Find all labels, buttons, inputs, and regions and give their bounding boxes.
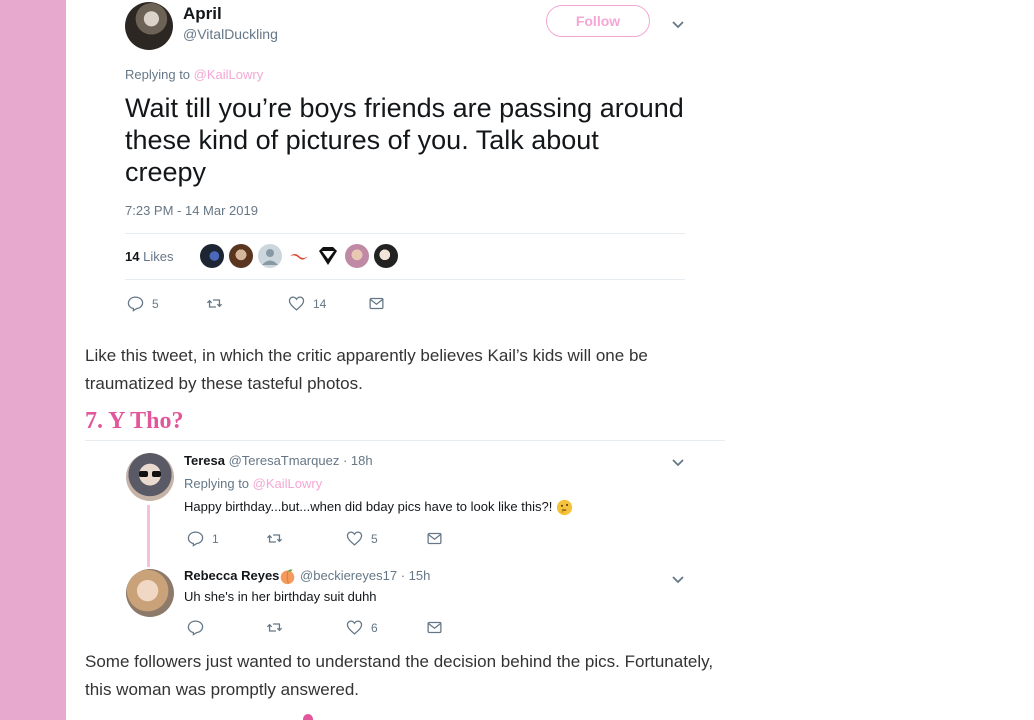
- april-avatar[interactable]: [125, 2, 173, 50]
- teresa-avatar[interactable]: [126, 453, 174, 501]
- retweet-action[interactable]: [206, 295, 231, 312]
- likes-count[interactable]: 14 Likes: [125, 249, 173, 264]
- message-action[interactable]: [426, 619, 443, 636]
- liker-avatar[interactable]: [229, 244, 253, 268]
- mention-link[interactable]: @KailLowry: [253, 476, 323, 491]
- like-action[interactable]: 5: [346, 530, 378, 547]
- divider: [125, 279, 685, 280]
- liker-avatar[interactable]: [316, 244, 340, 268]
- tweet-author-name[interactable]: April: [183, 4, 222, 24]
- reply-text: Happy birthday...but...when did bday pic…: [184, 499, 573, 516]
- divider: [125, 233, 685, 234]
- reply-author[interactable]: Teresa @TeresaTmarquez · 18h: [184, 453, 373, 468]
- left-pink-sidebar: [0, 0, 66, 720]
- like-action[interactable]: 6: [346, 619, 378, 636]
- reply-author[interactable]: Rebecca Reyes @beckiereyes17 · 15h: [184, 568, 430, 585]
- article-paragraph: Like this tweet, in which the critic app…: [85, 346, 648, 393]
- liker-avatar[interactable]: [200, 244, 224, 268]
- liker-avatar[interactable]: [374, 244, 398, 268]
- tweet-text: Wait till you’re boys friends are passin…: [125, 93, 684, 187]
- reply-icon: [127, 296, 144, 312]
- like-action[interactable]: 14: [288, 295, 326, 312]
- replying-to: Replying to @KailLowry: [184, 476, 323, 491]
- heart-icon: [346, 531, 363, 546]
- retweet-action[interactable]: [266, 530, 291, 547]
- divider: [85, 440, 725, 441]
- chevron-down-icon[interactable]: [671, 572, 685, 586]
- replying-to: Replying to @KailLowry: [125, 67, 264, 82]
- retweet-icon: [266, 534, 283, 543]
- tweet-timestamp[interactable]: 7:23 PM - 14 Mar 2019: [125, 203, 258, 218]
- next-heading-fragment: [303, 714, 313, 720]
- envelope-icon: [427, 532, 442, 545]
- heart-icon: [346, 620, 363, 635]
- mention-link[interactable]: @KailLowry: [194, 67, 264, 82]
- retweet-icon: [206, 299, 223, 308]
- message-action[interactable]: [426, 530, 443, 547]
- reply-icon: [187, 531, 204, 547]
- message-action[interactable]: [368, 295, 385, 312]
- envelope-icon: [427, 621, 442, 634]
- reply-action[interactable]: 5: [127, 295, 159, 312]
- reply-icon: [187, 620, 204, 636]
- liker-avatar[interactable]: [345, 244, 369, 268]
- thread-connector: [147, 505, 150, 567]
- envelope-icon: [369, 297, 384, 310]
- section-heading: 7. Y Tho?: [85, 408, 184, 434]
- peach-icon: [281, 569, 295, 585]
- reply-action[interactable]: 1: [187, 530, 219, 547]
- chevron-down-icon[interactable]: [671, 455, 685, 469]
- tweet-author-handle[interactable]: @VitalDuckling: [183, 26, 278, 42]
- liker-avatar[interactable]: [287, 244, 311, 268]
- heart-icon: [288, 296, 305, 311]
- reply-action[interactable]: [187, 619, 212, 636]
- rebecca-avatar[interactable]: [126, 569, 174, 617]
- retweet-icon: [266, 623, 283, 632]
- thinking-face-icon: [556, 499, 573, 516]
- liker-avatar-default[interactable]: [258, 244, 282, 268]
- reply-text: Uh she's in her birthday suit duhh: [184, 589, 377, 604]
- article-paragraph: Some followers just wanted to understand…: [85, 652, 714, 699]
- chevron-down-icon[interactable]: [671, 17, 685, 31]
- retweet-action[interactable]: [266, 619, 291, 636]
- follow-button[interactable]: Follow: [546, 5, 650, 37]
